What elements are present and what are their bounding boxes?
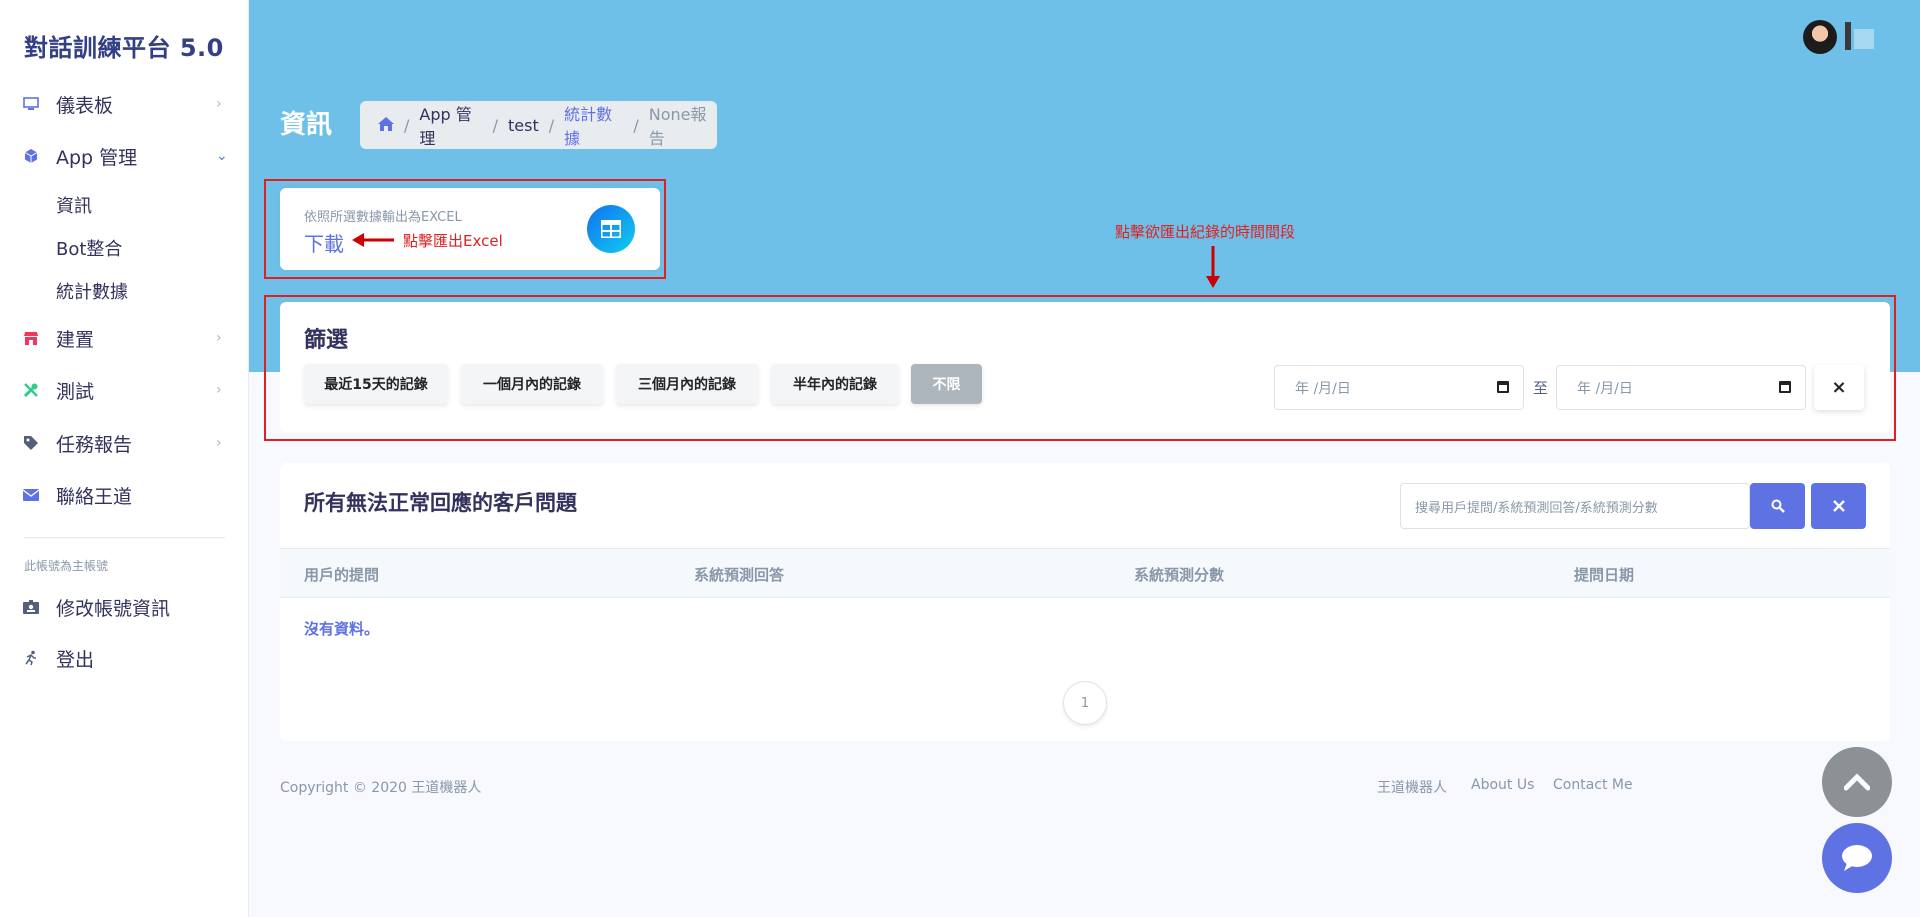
- filter-unlimited-button[interactable]: 不限: [911, 364, 982, 404]
- annotation-export: 點擊匯出Excel: [403, 232, 503, 250]
- filter-3-months-button[interactable]: 三個月內的記錄: [616, 364, 758, 404]
- pagination-page-1[interactable]: 1: [1063, 681, 1107, 725]
- chat-bubble-icon: [1842, 845, 1872, 871]
- sidebar-subitem-info[interactable]: 資訊: [56, 192, 92, 218]
- running-icon: [23, 650, 39, 666]
- clear-date-button[interactable]: ×: [1814, 365, 1864, 410]
- date-from-input[interactable]: 年 /月/日: [1274, 365, 1524, 410]
- date-from-text: 年 /月/日: [1295, 380, 1351, 397]
- sidebar-item-label: 登出: [56, 648, 95, 671]
- chevron-right-icon: ›: [216, 435, 222, 451]
- sidebar-item-build[interactable]: 建置 ›: [0, 318, 249, 358]
- page-title: 資訊: [280, 110, 333, 140]
- home-icon[interactable]: [378, 116, 394, 135]
- annotation-filter: 點擊欲匯出紀錄的時間間段: [1115, 223, 1296, 241]
- cube-icon: [23, 148, 39, 164]
- date-to-input[interactable]: 年 /月/日: [1556, 365, 1806, 410]
- chevron-up-icon: [1844, 773, 1870, 791]
- tools-icon: [23, 382, 39, 398]
- breadcrumb-statistics[interactable]: 統計數據: [564, 101, 623, 149]
- breadcrumb-separator: /: [633, 115, 639, 135]
- chevron-right-icon: ›: [216, 96, 222, 112]
- sidebar-item-label: 聯絡王道: [56, 485, 133, 508]
- breadcrumb-current: None報告: [648, 105, 707, 148]
- id-card-icon: [23, 599, 39, 615]
- column-question-date[interactable]: 提問日期: [1574, 564, 1634, 585]
- breadcrumb-app-management[interactable]: App 管理: [419, 101, 482, 149]
- avatar[interactable]: [1803, 20, 1837, 54]
- filter-15-days-button[interactable]: 最近15天的記錄: [304, 364, 448, 404]
- chevron-right-icon: ›: [216, 330, 222, 346]
- footer-link-company[interactable]: 王道機器人: [1377, 777, 1447, 797]
- calendar-icon[interactable]: [1779, 381, 1791, 393]
- sidebar-item-edit-account[interactable]: 修改帳號資訊: [0, 587, 249, 627]
- breadcrumb: / App 管理 / test / 統計數據 / None報告: [360, 101, 717, 149]
- annotation-arrow-down-icon: [1206, 246, 1220, 288]
- sidebar-item-task-report[interactable]: 任務報告 ›: [0, 423, 249, 463]
- annotation-box-export: [264, 179, 666, 279]
- table-title: 所有無法正常回應的客戶問題: [304, 491, 577, 515]
- breadcrumb-separator: /: [404, 115, 410, 135]
- filter-title: 篩選: [304, 328, 349, 353]
- breadcrumb-separator: /: [548, 115, 555, 135]
- sidebar-divider: [24, 537, 225, 538]
- unanswered-questions-card: 所有無法正常回應的客戶問題 搜尋用戶提問/系統預測回答/系統預測分數 用戶的提問…: [280, 463, 1890, 741]
- sidebar-subitem-bot-integration[interactable]: Bot整合: [56, 235, 122, 261]
- date-range-to-label: 至: [1533, 379, 1549, 397]
- column-predicted-answer[interactable]: 系統預測回答: [694, 564, 784, 585]
- empty-state: 沒有資料。: [304, 620, 380, 638]
- footer-link-contact[interactable]: Contact Me: [1553, 777, 1633, 793]
- sidebar-item-label: 修改帳號資訊: [56, 597, 171, 620]
- footer-copyright: Copyright © 2020 王道機器人: [280, 780, 482, 796]
- breadcrumb-separator: /: [492, 115, 499, 135]
- monitor-icon: [23, 96, 39, 112]
- breadcrumb-test[interactable]: test: [508, 116, 539, 135]
- scroll-to-top-button[interactable]: [1822, 747, 1892, 817]
- envelope-icon: [23, 487, 39, 503]
- sidebar-item-label: 建置: [56, 328, 95, 351]
- shop-icon: [23, 330, 39, 346]
- sidebar-subitem-statistics[interactable]: 統計數據: [56, 278, 128, 304]
- tag-icon: [23, 435, 39, 451]
- filter-6-months-button[interactable]: 半年內的記錄: [771, 364, 899, 404]
- search-input[interactable]: 搜尋用戶提問/系統預測回答/系統預測分數: [1400, 483, 1750, 529]
- column-user-question[interactable]: 用戶的提問: [304, 564, 379, 585]
- search-placeholder: 搜尋用戶提問/系統預測回答/系統預測分數: [1415, 500, 1658, 516]
- column-predicted-score[interactable]: 系統預測分數: [1134, 564, 1224, 585]
- annotation-arrow-left-icon: [352, 233, 394, 247]
- sidebar-item-dashboard[interactable]: 儀表板 ›: [0, 84, 249, 124]
- date-to-text: 年 /月/日: [1577, 380, 1633, 397]
- user-menu-icon[interactable]: [1854, 29, 1874, 49]
- footer-link-about[interactable]: About Us: [1471, 777, 1534, 793]
- sidebar-item-contact[interactable]: 聯絡王道: [0, 475, 249, 515]
- sidebar-item-label: App 管理: [56, 146, 138, 169]
- avatar-divider: [1845, 22, 1851, 50]
- chevron-down-icon: ⌄: [216, 148, 228, 164]
- search-button[interactable]: [1750, 483, 1805, 529]
- sidebar-item-app-management[interactable]: App 管理 ⌄: [0, 136, 249, 176]
- sidebar-item-label: 測試: [56, 380, 95, 403]
- clear-search-button[interactable]: [1811, 483, 1866, 529]
- close-icon: [1832, 500, 1845, 512]
- calendar-icon[interactable]: [1497, 381, 1509, 393]
- sidebar-item-label: 儀表板: [56, 94, 114, 117]
- brand-title[interactable]: 對話訓練平台 5.0: [24, 28, 224, 63]
- table-header: 用戶的提問 系統預測回答 系統預測分數 提問日期: [280, 548, 1890, 598]
- sidebar-item-test[interactable]: 測試 ›: [0, 370, 249, 410]
- sidebar-item-label: 任務報告: [56, 433, 133, 456]
- sidebar-item-logout[interactable]: 登出: [0, 638, 249, 678]
- filter-1-month-button[interactable]: 一個月內的記錄: [461, 364, 603, 404]
- chevron-right-icon: ›: [216, 382, 222, 398]
- filter-card: 篩選 最近15天的記錄 一個月內的記錄 三個月內的記錄 半年內的記錄 不限 年 …: [280, 302, 1890, 432]
- chat-button[interactable]: [1822, 823, 1892, 893]
- account-heading: 此帳號為主帳號: [24, 559, 109, 573]
- search-icon: [1771, 499, 1785, 513]
- sidebar: 對話訓練平台 5.0 儀表板 › App 管理 ⌄ 資訊 Bot整合 統計數據 …: [0, 0, 249, 917]
